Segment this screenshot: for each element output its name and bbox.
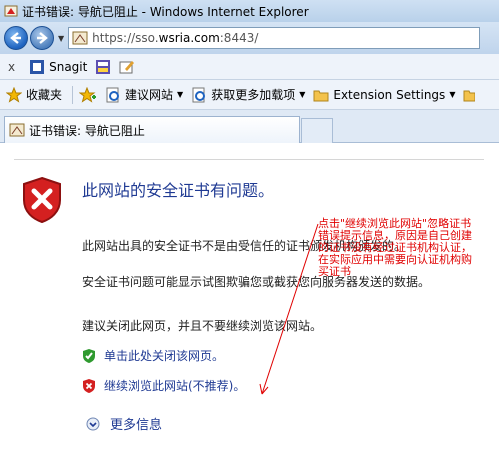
favorites-button[interactable]: 收藏夹 [6,86,62,103]
red-shield-icon [83,378,95,393]
page-title: 此网站的安全证书有问题。 [82,181,275,200]
back-button[interactable] [4,26,28,50]
tab-certificate-error[interactable]: 证书错误: 导航已阻止 [4,116,300,143]
certificate-error-icon [4,5,18,17]
extension-settings-button[interactable]: Extension Settings ▼ [313,87,455,103]
snagit-capture-button[interactable] [95,59,111,75]
continue-link[interactable]: 继续浏览此网站(不推荐)。 [82,377,245,394]
folder-icon [313,90,329,101]
star-icon [6,86,22,103]
new-tab-button[interactable] [301,118,333,143]
add-favorite-button[interactable] [79,86,97,103]
paragraph-advice: 建议关闭此网页，并且不要继续浏览该网站。 [82,319,323,333]
arrow-left-icon [10,32,21,44]
ie-page-icon [192,87,206,102]
more-info-toggle[interactable]: 更多信息 [86,414,162,433]
chevron-down-icon: ▼ [449,90,456,99]
window-title: 证书错误: 导航已阻止 - Windows Internet Explorer [22,4,309,19]
suggested-sites-button[interactable]: 建议网站 ▼ [105,86,183,103]
address-bar[interactable]: https://sso.wsria.com:8443/ [68,27,481,49]
get-addons-button[interactable]: 获取更多加载项 ▼ [191,86,305,103]
history-dropdown-icon[interactable]: ▼ [58,34,64,43]
close-page-link[interactable]: 单击此处关闭该网页。 [82,347,224,364]
window-titlebar: 证书错误: 导航已阻止 - Windows Internet Explorer [0,0,499,22]
certificate-error-icon [9,123,25,137]
arrow-right-icon [37,32,48,44]
annotation-line: 买证书 [318,265,351,278]
annotation-note: 点击"继续浏览此网站"忽略证书 错误提示信息，原因是自己创建 的证书没有经过证书… [318,218,488,278]
snagit-edit-button[interactable] [119,59,135,75]
capture-icon [96,59,111,74]
ie-page-icon [106,87,120,102]
chevron-down-icon: ▼ [299,90,306,99]
content-divider [14,159,484,449]
forward-button[interactable] [30,26,54,50]
favorites-bar: 收藏夹 建议网站 ▼ 获取更多加载项 ▼ Extension Settings … [0,80,499,110]
snagit-button[interactable]: Snagit [29,59,87,75]
address-url: https://sso.wsria.com:8443/ [92,31,259,45]
edit-icon [119,60,135,73]
toolbar-links: x Snagit [0,54,499,80]
tab-bar: 证书错误: 导航已阻止 [0,110,499,143]
folder-icon [463,90,476,101]
add-to-favorites-icon [79,86,97,103]
chevron-down-circle-icon [86,417,100,430]
tab-label: 证书错误: 导航已阻止 [29,123,145,138]
folder-button[interactable] [463,87,476,103]
snagit-icon [30,59,45,74]
close-toolbar-button[interactable]: x [8,60,15,74]
separator [72,85,74,104]
shield-error-icon [23,176,61,224]
navigation-bar: ▼ https://sso.wsria.com:8443/ [0,22,499,54]
page-icon [72,31,88,45]
chevron-down-icon: ▼ [177,90,184,99]
page-content: 此网站的安全证书有问题。 此网站出具的安全证书不是由受信任的证书颁发机构颁发的。… [0,143,499,452]
green-shield-icon [83,348,95,363]
